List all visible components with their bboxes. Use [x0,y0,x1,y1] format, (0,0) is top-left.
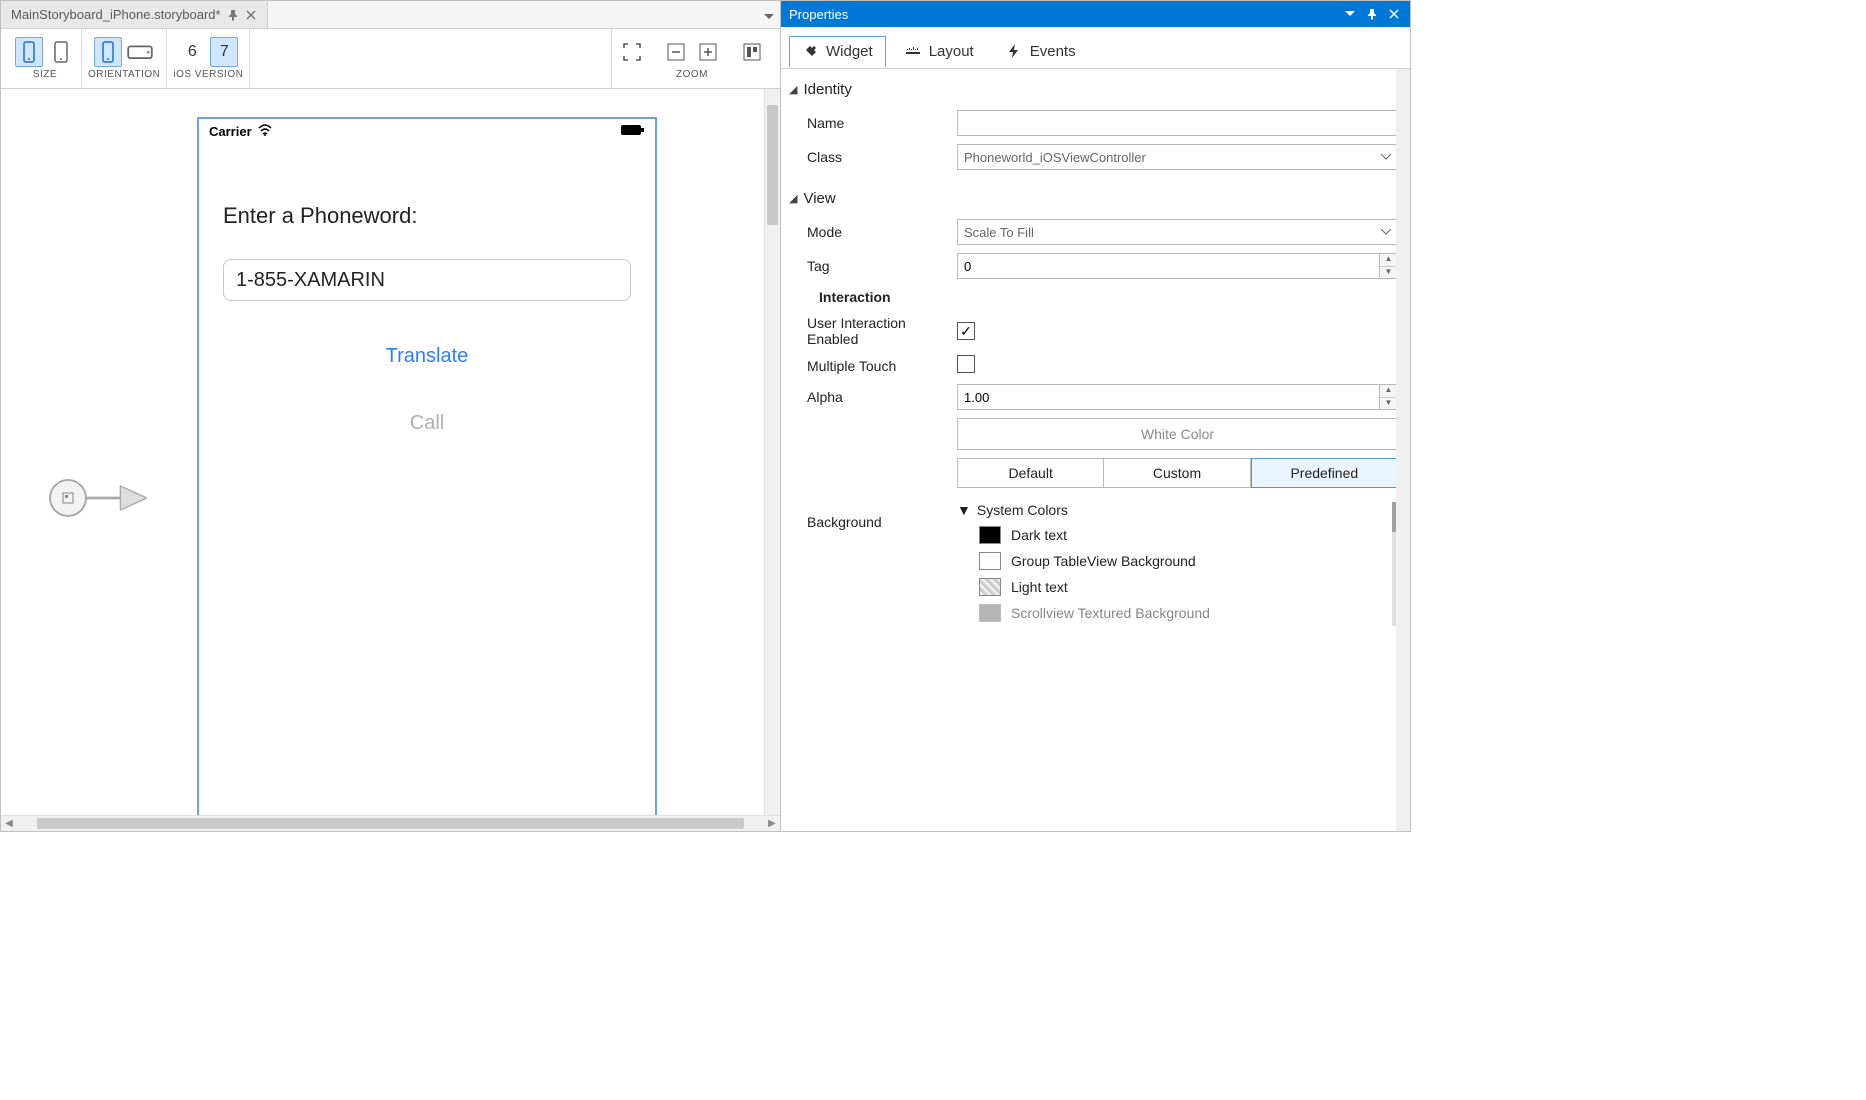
tab-events-label: Events [1030,43,1076,60]
arrow-icon [87,491,147,505]
size-small-button[interactable] [15,37,43,67]
properties-title-text: Properties [789,7,848,22]
color-item[interactable]: Group TableView Background [957,548,1398,574]
tab-widget-label: Widget [826,43,873,60]
size-label: SIZE [33,69,57,80]
background-label: Background [807,514,957,530]
tab-widget[interactable]: Widget [789,36,886,67]
view-header-text: View [803,190,835,207]
properties-title-bar: Properties [781,1,1410,27]
size-large-button[interactable] [47,37,75,67]
wifi-icon [258,123,272,140]
zoom-label: ZOOM [676,69,708,80]
properties-vertical-scrollbar[interactable] [1396,69,1410,831]
orientation-portrait-button[interactable] [94,37,122,67]
translate-button[interactable]: Translate [223,345,631,368]
orientation-label: ORIENTATION [88,69,160,80]
ios-version-group: 6 7 iOS VERSION [167,29,250,88]
designer-canvas[interactable]: Carrier Enter a Phoneword: Translate [1,89,780,831]
mode-label: Mode [807,224,957,240]
size-group: SIZE [9,29,82,88]
document-tab-title: MainStoryboard_iPhone.storyboard* [11,7,221,22]
pin-icon[interactable] [227,9,239,21]
scroll-right-icon[interactable]: ▶ [764,818,780,829]
uie-checkbox[interactable] [957,322,975,340]
ios-version-7-button[interactable]: 7 [210,37,238,67]
system-colors-header[interactable]: ▼ System Colors [957,498,1398,522]
enter-phoneword-label: Enter a Phoneword: [223,203,631,229]
panel-dropdown-icon[interactable] [1342,6,1358,22]
ios-version-label: iOS VERSION [173,69,243,80]
system-colors-list: ▼ System Colors Dark text Group TableVie… [957,498,1398,626]
color-item[interactable]: Scrollview Textured Background [957,600,1398,626]
zoom-out-button[interactable] [662,37,690,67]
close-icon[interactable] [245,9,257,21]
expand-icon: ◢ [789,83,797,96]
mt-label: Multiple Touch [807,358,957,374]
battery-icon [621,124,645,139]
panel-pin-icon[interactable] [1364,6,1380,22]
entry-point-icon [49,479,87,517]
properties-tabs: Widget Layout Events [781,27,1410,69]
iphone-view-controller[interactable]: Carrier Enter a Phoneword: Translate [197,117,657,817]
carrier-label: Carrier [209,124,252,139]
color-mode-segmented: Default Custom Predefined [957,458,1398,488]
tab-layout[interactable]: Layout [892,36,987,66]
designer-toolbar: SIZE ORIENTATION 6 7 iOS VERSION [1,29,780,89]
call-button[interactable]: Call [223,412,631,435]
canvas-horizontal-scrollbar[interactable]: ◀ ▶ [1,815,780,831]
class-label: Class [807,149,957,165]
name-input[interactable] [957,110,1398,136]
status-bar: Carrier [199,119,655,143]
panel-close-icon[interactable] [1386,6,1402,22]
mt-checkbox[interactable] [957,355,975,373]
color-swatch [979,526,1001,544]
constraints-button[interactable] [738,37,766,67]
document-tab-bar: MainStoryboard_iPhone.storyboard* [1,1,780,29]
alpha-label: Alpha [807,389,957,405]
tab-events[interactable]: Events [993,36,1089,66]
identity-section-header[interactable]: ◢ Identity [789,77,1398,102]
scroll-left-icon[interactable]: ◀ [1,818,17,829]
mode-select[interactable]: Scale To Fill [957,219,1398,245]
color-swatch [979,552,1001,570]
alpha-input[interactable] [957,384,1380,410]
ios-version-6-button[interactable]: 6 [178,37,206,67]
document-tab[interactable]: MainStoryboard_iPhone.storyboard* [1,1,268,28]
tag-input[interactable] [957,253,1380,279]
seg-custom[interactable]: Custom [1104,458,1250,488]
zoom-in-button[interactable] [694,37,722,67]
name-label: Name [807,115,957,131]
expand-icon: ◢ [789,192,797,205]
uie-label: User Interaction Enabled [807,315,957,347]
identity-header-text: Identity [803,81,851,98]
zoom-to-fit-button[interactable] [618,37,646,67]
seg-predefined[interactable]: Predefined [1251,458,1398,488]
color-item[interactable]: Dark text [957,522,1398,548]
class-select[interactable]: Phoneworld_iOSViewController [957,144,1398,170]
phoneword-input[interactable] [223,259,631,301]
properties-panel: Properties Widget Layout Events ◢ Identi… [781,1,1410,831]
storyboard-designer-pane: MainStoryboard_iPhone.storyboard* SIZE [1,1,781,831]
color-swatch [979,578,1001,596]
initial-view-controller-arrow[interactable] [49,479,147,517]
orientation-landscape-button[interactable] [126,37,154,67]
tab-layout-label: Layout [929,43,974,60]
interaction-header: Interaction [789,283,1398,311]
chevron-down-icon: ▼ [957,502,971,518]
canvas-vertical-scrollbar[interactable] [764,89,780,815]
color-item[interactable]: Light text [957,574,1398,600]
tag-label: Tag [807,258,957,274]
view-section-header[interactable]: ◢ View [789,186,1398,211]
seg-default[interactable]: Default [957,458,1104,488]
properties-scroll-area[interactable]: ◢ Identity Name Class Phoneworld_iOSView… [781,69,1410,831]
background-color-button[interactable]: White Color [957,418,1398,450]
orientation-group: ORIENTATION [82,29,167,88]
zoom-group: ZOOM [611,29,772,88]
color-swatch [979,604,1001,622]
tab-dropdown-icon[interactable] [764,7,774,25]
